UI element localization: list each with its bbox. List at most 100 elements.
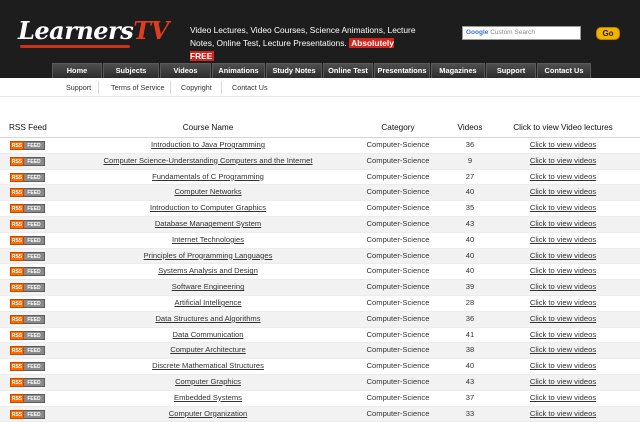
table-body: RSS FEED Introduction to Java Programming C…	[0, 138, 640, 422]
rss-badge-left: RSS	[10, 314, 24, 324]
rss-feed-icon[interactable]: RSS FEED	[10, 377, 45, 387]
course-name-link[interactable]: Systems Analysis and Design	[60, 266, 356, 275]
table-row: RSS FEED Computer Organization Computer-Sci…	[0, 406, 640, 422]
table-row: RSS FEED Data Communication Computer-Scienc…	[0, 328, 640, 344]
rss-feed-icon[interactable]: RSS FEED	[10, 188, 45, 198]
nav-online-test[interactable]: Online Test	[323, 63, 373, 78]
rss-badge-left: RSS	[10, 204, 24, 214]
view-videos-link[interactable]: Click to view videos	[500, 219, 626, 228]
view-videos-link[interactable]: Click to view videos	[500, 156, 626, 165]
rss-feed-icon[interactable]: RSS FEED	[10, 141, 45, 150]
rss-feed-icon[interactable]: RSS FEED	[10, 235, 45, 245]
nav-magazines[interactable]: Magazines	[431, 63, 485, 78]
view-videos-link[interactable]: Click to view videos	[500, 409, 626, 418]
course-video-count: 39	[465, 282, 475, 292]
course-name-link[interactable]: Introduction to Computer Graphics	[60, 203, 356, 212]
course-name-link[interactable]: Computer Networks	[60, 187, 356, 196]
course-name-link[interactable]: Data Structures and Algorithms	[60, 314, 356, 323]
course-name-link[interactable]: Internet Technologies	[60, 235, 356, 244]
view-videos-link[interactable]: Click to view videos	[500, 187, 626, 196]
view-videos-link[interactable]: Click to view videos	[500, 393, 626, 402]
course-name-link[interactable]: Fundamentals of C Programming	[60, 172, 356, 181]
rss-feed-icon[interactable]: RSS FEED	[10, 219, 45, 229]
rss-feed-icon[interactable]: RSS FEED	[10, 298, 45, 308]
rss-feed-icon[interactable]: RSS FEED	[10, 362, 45, 372]
rss-feed-icon[interactable]: RSS FEED	[10, 251, 45, 261]
view-videos-link[interactable]: Click to view videos	[500, 377, 626, 386]
view-videos-link[interactable]: Click to view videos	[500, 172, 626, 181]
course-video-count: 36	[465, 140, 475, 149]
rss-feed-icon[interactable]: RSS FEED	[10, 283, 45, 293]
view-videos-link[interactable]: Click to view videos	[500, 235, 626, 244]
search-input[interactable]: Google Custom Search	[462, 26, 581, 40]
course-name-link[interactable]: Computer Science-Understanding Computers…	[60, 156, 356, 165]
view-videos-link[interactable]: Click to view videos	[500, 314, 626, 323]
rss-badge-right: FEED	[24, 219, 45, 229]
table-row: RSS FEED Computer Networks Computer-Science…	[0, 185, 640, 202]
rss-feed-icon[interactable]: RSS FEED	[10, 393, 45, 403]
rss-feed-icon[interactable]: RSS FEED	[10, 172, 45, 182]
view-videos-link[interactable]: Click to view videos	[500, 298, 626, 307]
nav-subjects[interactable]: Subjects	[103, 63, 159, 78]
go-button[interactable]: Go	[596, 27, 620, 40]
rss-feed-icon[interactable]: RSS FEED	[10, 314, 45, 324]
col-rss-feed: RSS Feed	[9, 123, 47, 132]
rss-feed-icon[interactable]: RSS FEED	[10, 346, 45, 356]
subnav-support[interactable]: Support	[66, 78, 91, 97]
rss-feed-icon[interactable]: RSS FEED	[10, 409, 45, 419]
course-name-link[interactable]: Artificial Intelligence	[60, 298, 356, 307]
nav-animations[interactable]: Animations	[212, 63, 265, 78]
view-videos-link[interactable]: Click to view videos	[500, 345, 626, 354]
course-category: Computer-Science	[366, 250, 430, 260]
rss-feed-icon[interactable]: RSS FEED	[10, 330, 45, 340]
table-row: RSS FEED Artificial Intelligence Computer-S…	[0, 296, 640, 312]
subnav-terms[interactable]: Terms of Service	[111, 78, 165, 97]
course-name-link[interactable]: Computer Organization	[60, 409, 356, 418]
col-videos: Videos	[457, 123, 483, 132]
course-name-link[interactable]: Principles of Programming Languages	[60, 251, 356, 260]
subnav-contact-us[interactable]: Contact Us	[232, 78, 268, 97]
rss-feed-icon[interactable]: RSS FEED	[10, 267, 45, 277]
subnav-separator	[170, 81, 171, 94]
course-name-link[interactable]: Computer Architecture	[60, 345, 356, 354]
nav-videos[interactable]: Videos	[160, 63, 211, 78]
rss-badge-right: FEED	[24, 172, 45, 182]
course-name-link[interactable]: Embedded Systems	[60, 393, 356, 402]
view-videos-link[interactable]: Click to view videos	[500, 282, 626, 291]
course-video-count: 28	[465, 297, 475, 307]
course-name-link[interactable]: Discrete Mathematical Structures	[60, 361, 356, 370]
rss-badge-left: RSS	[10, 377, 24, 387]
table-row: RSS FEED Embedded Systems Computer-Science 3…	[0, 391, 640, 407]
view-videos-link[interactable]: Click to view videos	[500, 251, 626, 260]
view-videos-link[interactable]: Click to view videos	[500, 266, 626, 275]
learnerstv-logo[interactable]: LearnersTV	[18, 14, 169, 50]
nav-study-notes[interactable]: Study Notes	[266, 63, 322, 78]
view-videos-link[interactable]: Click to view videos	[500, 361, 626, 370]
rss-badge-left: RSS	[10, 346, 24, 356]
nav-presentations[interactable]: Presentations	[374, 63, 430, 78]
view-videos-link[interactable]: Click to view videos	[500, 330, 626, 339]
course-name-link[interactable]: Software Engineering	[60, 282, 356, 291]
table-row: RSS FEED Introduction to Java Programming C…	[0, 138, 640, 154]
nav-support[interactable]: Support	[486, 63, 536, 78]
rss-badge-right: FEED	[24, 251, 45, 261]
rss-badge-left: RSS	[10, 251, 24, 261]
course-name-link[interactable]: Data Communication	[60, 330, 356, 339]
rss-feed-icon[interactable]: RSS FEED	[10, 156, 45, 166]
rss-feed-icon[interactable]: RSS FEED	[10, 204, 45, 214]
course-name-link[interactable]: Database Management System	[60, 219, 356, 228]
view-videos-link[interactable]: Click to view videos	[500, 140, 626, 149]
course-table: RSS Feed Course Name Category Videos Cli…	[0, 120, 640, 422]
subnav-copyright[interactable]: Copyright	[181, 78, 212, 97]
rss-badge-right: FEED	[24, 298, 45, 308]
rss-badge-right: FEED	[24, 235, 45, 245]
logo-swoosh	[20, 45, 130, 48]
course-name-link[interactable]: Introduction to Java Programming	[60, 140, 356, 149]
course-video-count: 40	[465, 361, 475, 371]
view-videos-link[interactable]: Click to view videos	[500, 203, 626, 212]
rss-badge-left: RSS	[10, 172, 24, 182]
course-name-link[interactable]: Computer Graphics	[60, 377, 356, 386]
nav-contact-us[interactable]: Contact Us	[537, 63, 591, 78]
course-category: Computer-Science	[366, 297, 430, 307]
nav-home[interactable]: Home	[52, 63, 102, 78]
